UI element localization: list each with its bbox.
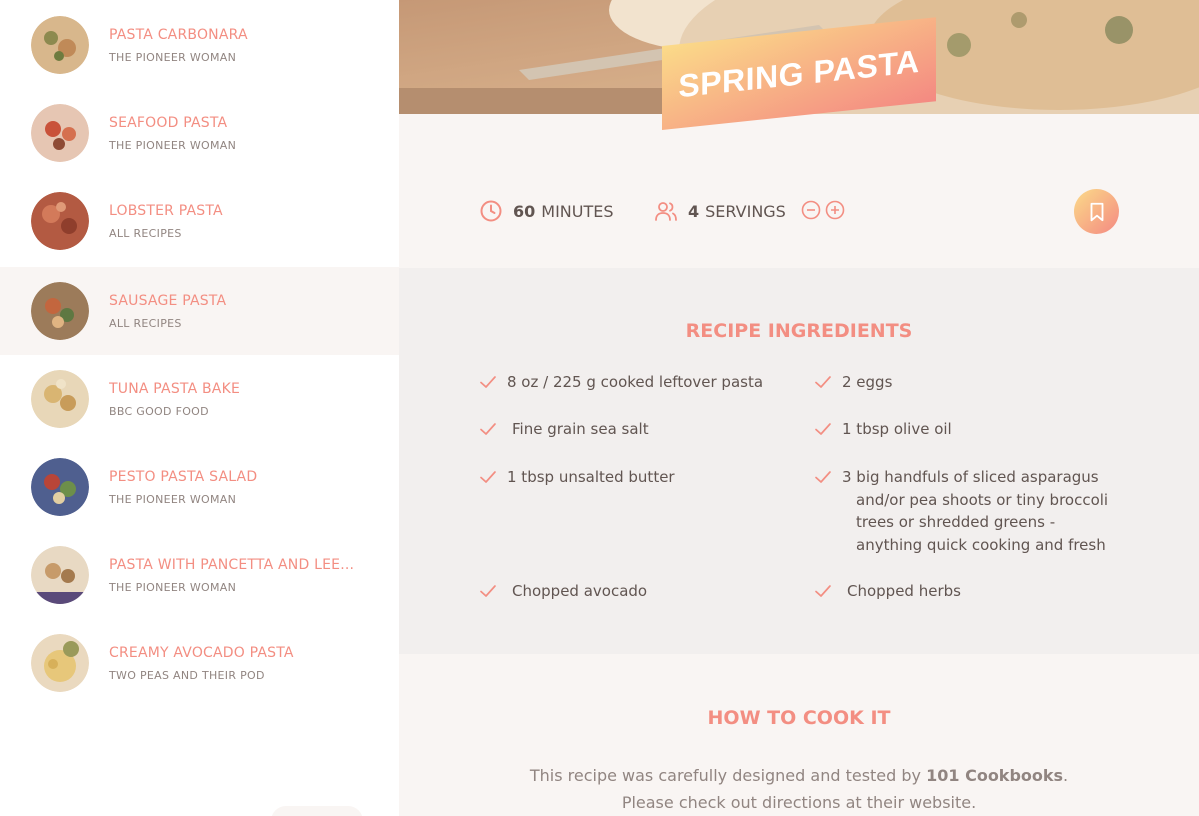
increase-servings-button[interactable] [825,200,845,220]
recipe-thumbnail [31,458,89,516]
servings: 4 servings [654,199,786,223]
result-item[interactable]: Seafood Pasta The Pioneer Woman [0,89,399,177]
recipe-thumbnail [31,634,89,692]
ingredient-text: 1 tbsp unsalted butter [507,468,675,486]
howto-text: This recipe was carefully designed and t… [529,766,1069,812]
result-publisher: Two Peas and Their Pod [109,668,265,682]
result-text: Pesto Pasta Salad The Pioneer Woman [109,469,257,506]
recipe-thumbnail [31,282,89,340]
result-title: Pasta Carbonara [109,26,248,43]
ingredient-text: 3 big handfuls of sliced asparagus and/o… [842,468,1109,554]
result-title: Pasta with Pancetta and Lee... [109,556,355,573]
recipe-thumbnail [31,546,89,604]
ingredient-item: Chopped herbs [814,580,1112,603]
result-text: Seafood Pasta The Pioneer Woman [109,115,236,152]
ingredient-item: 1 tbsp unsalted butter [479,466,777,489]
result-publisher: BBC Good Food [109,404,209,418]
result-text: Tuna Pasta Bake BBC Good Food [109,381,240,418]
result-title: Pesto Pasta Salad [109,468,258,485]
ingredient-text: 1 tbsp olive oil [842,420,952,438]
result-title: Sausage Pasta [109,292,227,309]
how-to-cook: How to cook it This recipe was carefully… [399,654,1199,816]
search-results-sidebar: Pasta Carbonara The Pioneer Woman Seafood … [0,0,399,816]
pagination-button[interactable] [271,806,363,816]
bookmark-icon [1090,202,1103,221]
decrease-servings-button[interactable] [801,200,821,220]
recipe-details: 60 minutes 4 servings [399,150,1199,268]
cooking-time-unit: minutes [541,201,614,221]
howto-publisher: 101 Cookbooks [926,766,1064,785]
recipe-panel: Spring Pasta 60 minutes 4 servings [399,0,1199,816]
result-item[interactable]: Creamy Avocado Pasta Two Peas and Their P… [0,619,399,707]
result-publisher: The Pioneer Woman [109,580,237,594]
ingredient-item: 2 eggs [814,371,1112,394]
ingredient-item: Chopped avocado [479,580,777,603]
result-item[interactable]: Pasta Carbonara The Pioneer Woman [0,1,399,89]
result-publisher: The Pioneer Woman [109,50,237,64]
ingredients-heading: Recipe ingredients [685,320,913,342]
recipe-thumbnail [31,370,89,428]
bookmark-button[interactable] [1074,189,1119,234]
result-publisher: All Recipes [109,316,182,330]
result-item[interactable]: Lobster Pasta All Recipes [0,177,399,265]
check-icon [815,471,831,483]
plus-circle-icon [825,200,845,220]
result-item[interactable]: Sausage Pasta All Recipes [0,267,399,355]
result-title: Lobster Pasta [109,202,223,219]
ingredient-item: 8 oz / 225 g cooked leftover pasta [479,371,777,394]
ingredient-item: 3 big handfuls of sliced asparagus and/o… [814,466,1112,556]
recipe-thumbnail [31,104,89,162]
result-text: Creamy Avocado Pasta Two Peas and Their P… [109,645,294,682]
ingredient-text: 2 eggs [842,373,893,391]
check-icon [815,376,831,388]
check-icon [815,423,831,435]
check-icon [480,423,496,435]
cooking-time-value: 60 [513,201,536,221]
ingredient-item: Fine grain sea salt [479,418,777,441]
ingredient-text: Chopped avocado [512,582,648,600]
ingredient-text: Chopped herbs [847,582,961,600]
recipe-thumbnail [31,16,89,74]
result-title: Tuna Pasta Bake [109,380,241,397]
servings-controls [801,200,845,220]
result-text: Pasta with Pancetta and Lee... The Pionee… [109,557,354,594]
result-publisher: The Pioneer Woman [109,138,237,152]
result-text: Sausage Pasta All Recipes [109,293,226,330]
result-text: Pasta Carbonara The Pioneer Woman [109,27,248,64]
recipe-ingredients: Recipe ingredients 8 oz / 225 g cooked l… [399,268,1199,654]
cooking-time: 60 minutes [479,199,614,223]
result-item[interactable]: Pasta with Pancetta and Lee... The Pionee… [0,531,399,619]
servings-value: 4 [688,201,700,221]
howto-heading: How to cook it [707,707,891,729]
clock-icon [480,200,502,222]
recipe-thumbnail [31,192,89,250]
result-title: Seafood Pasta [109,114,228,131]
result-text: Lobster Pasta All Recipes [109,203,223,240]
check-icon [480,376,496,388]
ingredient-text: Fine grain sea salt [512,420,649,438]
check-icon [480,585,496,597]
check-icon [480,471,496,483]
minus-circle-icon [801,200,821,220]
result-title: Creamy Avocado Pasta [109,644,294,661]
users-icon [655,202,677,221]
ingredient-item: 1 tbsp olive oil [814,418,1112,441]
check-icon [815,585,831,597]
result-item[interactable]: Tuna Pasta Bake BBC Good Food [0,355,399,443]
ingredient-text: 8 oz / 225 g cooked leftover pasta [507,373,764,391]
result-publisher: All Recipes [109,226,182,240]
servings-unit: servings [705,201,786,221]
result-publisher: The Pioneer Woman [109,492,237,506]
result-item[interactable]: Pesto Pasta Salad The Pioneer Woman [0,443,399,531]
